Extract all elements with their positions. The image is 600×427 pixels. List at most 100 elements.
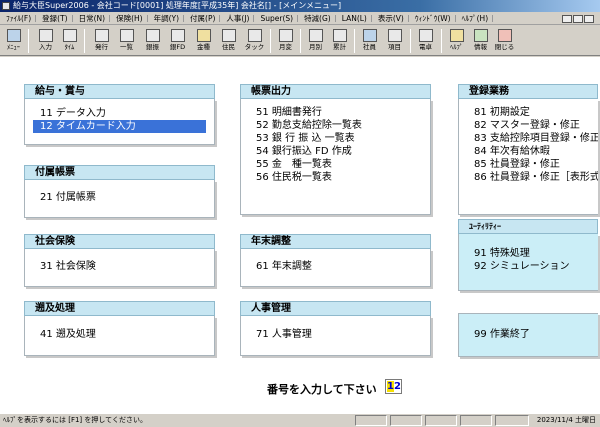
status-message: ﾍﾙﾌﾟを表示するには [F1] を押してください。 <box>3 416 147 424</box>
app-icon <box>2 2 10 10</box>
menu-file[interactable]: ﾌｧｲﾙ(F) <box>0 12 37 24</box>
menu-item-99-exit[interactable]: 99 作業終了 <box>459 328 598 341</box>
restore-icon[interactable] <box>573 15 583 23</box>
menu-number-value: 12 <box>387 381 401 392</box>
menu-personnel[interactable]: 人事(J) <box>220 12 255 24</box>
window-title: 給与大臣Super2006 - 会社コード[0001] 処理年度[平成35年] … <box>13 1 342 10</box>
menu-item-83-payment-item-registration[interactable]: 83 支給控除項目登録・修正 <box>459 132 598 145</box>
toolbar-tack-label-button[interactable]: タック <box>243 27 266 54</box>
panel-title: 遡及処理 <box>24 301 215 316</box>
toolbar-monthly-change-button[interactable]: 月変 <box>274 27 297 54</box>
toolbar-bank-transfer-button[interactable]: 銀振 <box>141 27 164 54</box>
menu-insurance[interactable]: 保険(H) <box>110 12 148 24</box>
toolbar-help-button[interactable]: ﾍﾙﾌﾟ <box>445 27 468 54</box>
input-icon <box>38 29 53 42</box>
panel-title: ﾕｰﾃｨﾘﾃｨｰ <box>458 219 598 234</box>
menu-item-56-resident-tax-list[interactable]: 56 住民税一覧表 <box>241 171 430 184</box>
menu-item-71-personnel[interactable]: 71 人事管理 <box>241 328 430 341</box>
toolbar-label: タック <box>244 43 265 51</box>
minimize-icon[interactable] <box>562 15 572 23</box>
panel-body: 51 明細書発行 52 勤怠支給控除一覧表 53 銀 行 振 込 一覧表 54 … <box>240 99 431 215</box>
menu-item-52-attendance-list[interactable]: 52 勤怠支給控除一覧表 <box>241 119 430 132</box>
panel-body: 91 特殊処理 92 シミュレーション <box>458 234 598 291</box>
toolbar-label: 電卓 <box>419 43 432 51</box>
toolbar-issue-button[interactable]: 発行 <box>90 27 113 54</box>
toolbar-label: 銀FD <box>169 43 186 51</box>
table-icon <box>308 29 323 42</box>
panel-title: 登録業務 <box>458 84 598 99</box>
panel-retroactive: 遡及処理 41 遡及処理 <box>24 301 215 356</box>
menu-item-91-special-processing[interactable]: 91 特殊処理 <box>459 247 598 260</box>
menu-item-11-data-input[interactable]: 11 データ入力 <box>25 107 214 120</box>
panel-title: 社会保険 <box>24 234 215 249</box>
toolbar-label: 閉じる <box>494 43 515 51</box>
panel-body: 81 初期設定 82 マスター登録・修正 83 支給控除項目登録・修正 84 年… <box>458 99 598 215</box>
menu-register[interactable]: 登録(T) <box>36 12 74 24</box>
status-bar: ﾍﾙﾌﾟを表示するには [F1] を押してください。 2023/11/4 土曜日 <box>0 413 600 427</box>
toolbar-label: 月変 <box>279 43 292 51</box>
toolbar-menu-button[interactable]: ﾒﾆｭｰ <box>2 27 25 54</box>
menu-item-12-timecard-input[interactable]: 12 タイムカード入力 <box>33 120 206 133</box>
menu-item-51-statement-issue[interactable]: 51 明細書発行 <box>241 106 430 119</box>
toolbar-monthly-button[interactable]: 月別 <box>304 27 327 54</box>
menu-icon <box>6 29 21 42</box>
menu-window[interactable]: ｳｨﾝﾄﾞｳ(W) <box>409 12 456 24</box>
menu-item-54-bank-fd[interactable]: 54 銀行振込 FD 作成 <box>241 145 430 158</box>
menu-daily[interactable]: 日常(N) <box>73 12 111 24</box>
toolbar-separator <box>28 29 29 53</box>
toolbar-separator <box>410 29 411 53</box>
menu-item-84-annual-paid-leave[interactable]: 84 年次有給休暇 <box>459 145 598 158</box>
toolbar-list-button[interactable]: 一覧 <box>115 27 138 54</box>
menu-attached[interactable]: 付属(P) <box>184 12 221 24</box>
menu-super[interactable]: Super(S) <box>254 12 298 24</box>
toolbar: ﾒﾆｭｰ 入力 ﾀｲﾑ 発行 一覧 銀振 銀FD 金種 住民 タック 月変 月別… <box>0 26 600 56</box>
panel-title: 人事管理 <box>240 301 431 316</box>
panel-body: 31 社会保険 <box>24 249 215 287</box>
menu-item-41-retroactive[interactable]: 41 遡及処理 <box>25 328 214 341</box>
panel-body: 99 作業終了 <box>458 313 598 357</box>
toolbar-label: 発行 <box>95 43 108 51</box>
toolbar-label: 項目 <box>388 43 401 51</box>
menu-item-92-simulation[interactable]: 92 シミュレーション <box>459 260 598 273</box>
toolbar-time-button[interactable]: ﾀｲﾑ <box>58 27 81 54</box>
menu-item-31-social-insurance[interactable]: 31 社会保険 <box>25 260 214 273</box>
menu-item-55-denomination-list[interactable]: 55 金 種一覧表 <box>241 158 430 171</box>
label-icon <box>247 29 262 42</box>
toolbar-label: 情報 <box>474 43 487 51</box>
info-icon <box>473 29 488 42</box>
toolbar-bank-fd-button[interactable]: 銀FD <box>166 27 189 54</box>
menu-lan[interactable]: LAN(L) <box>336 12 372 24</box>
toolbar-separator <box>270 29 271 53</box>
menu-year-end[interactable]: 年調(Y) <box>148 12 185 24</box>
toolbar-label: ﾒﾆｭｰ <box>7 43 20 51</box>
status-cell <box>495 415 529 426</box>
employee-icon <box>362 29 377 42</box>
menu-item-85-employee-registration[interactable]: 85 社員登録・修正 <box>459 158 598 171</box>
close-icon[interactable] <box>584 15 594 23</box>
toolbar-calculator-button[interactable]: 電卓 <box>414 27 437 54</box>
toolbar-denomination-button[interactable]: 金種 <box>192 27 215 54</box>
menu-view[interactable]: 表示(V) <box>372 12 409 24</box>
clock-icon <box>62 29 77 42</box>
panel-salary-bonus: 給与・賞与 11 データ入力 12 タイムカード入力 <box>24 84 215 145</box>
toolbar-separator <box>300 29 301 53</box>
menu-special-reduction[interactable]: 特減(G) <box>298 12 336 24</box>
menu-item-82-master-registration[interactable]: 82 マスター登録・修正 <box>459 119 598 132</box>
toolbar-cumulative-button[interactable]: 累計 <box>328 27 351 54</box>
menu-item-86-employee-registration-table[interactable]: 86 社員登録・修正［表形式］ <box>459 171 598 184</box>
menu-help[interactable]: ﾍﾙﾌﾟ(H) <box>456 12 494 24</box>
menu-item-53-bank-transfer-list[interactable]: 53 銀 行 振 込 一覧表 <box>241 132 430 145</box>
toolbar-input-button[interactable]: 入力 <box>34 27 57 54</box>
toolbar-label: 社員 <box>363 43 376 51</box>
toolbar-info-button[interactable]: 情報 <box>469 27 492 54</box>
menu-item-81-initial-settings[interactable]: 81 初期設定 <box>459 106 598 119</box>
toolbar-resident-tax-button[interactable]: 住民 <box>217 27 240 54</box>
toolbar-item-button[interactable]: 項目 <box>383 27 406 54</box>
menu-item-61-year-end[interactable]: 61 年末調整 <box>241 260 430 273</box>
list-icon <box>119 29 134 42</box>
menu-number-input[interactable]: 12 <box>385 379 402 394</box>
coin-icon <box>196 29 211 42</box>
toolbar-employee-button[interactable]: 社員 <box>358 27 381 54</box>
toolbar-close-button[interactable]: 閉じる <box>493 27 516 54</box>
menu-item-21-attached-forms[interactable]: 21 付属帳票 <box>25 191 214 204</box>
